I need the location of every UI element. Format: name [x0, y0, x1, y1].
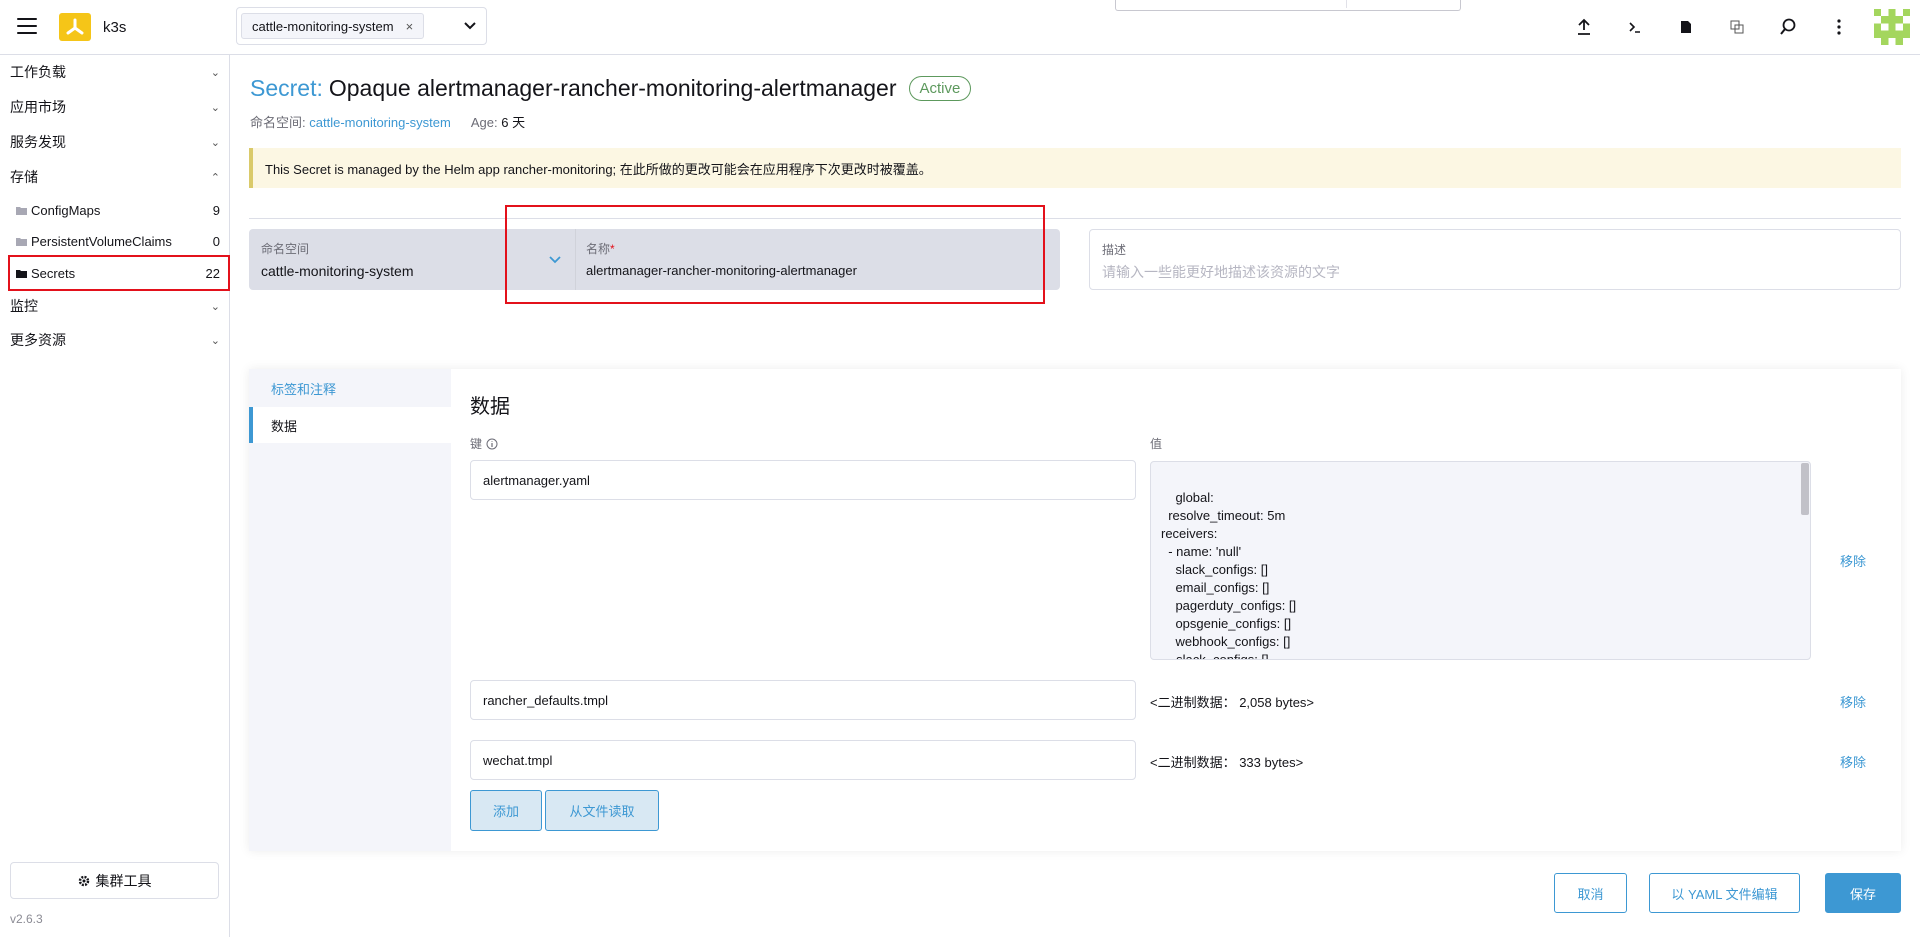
namespace-select[interactable]: 命名空间 cattle-monitoring-system: [249, 229, 575, 290]
folder-icon: [16, 269, 27, 278]
data-panel-title: 数据: [470, 396, 510, 418]
chevron-down-icon: ⌄: [210, 136, 220, 149]
namespace-meta-label: 命名空间:: [250, 115, 306, 130]
data-key-input[interactable]: [470, 460, 1136, 500]
cancel-button[interactable]: 取消: [1554, 873, 1627, 913]
cluster-tools-button[interactable]: 集群工具: [10, 862, 219, 899]
data-value-text: global: resolve_timeout: 5m receivers: -…: [1161, 490, 1297, 660]
key-header-label: 键: [470, 437, 483, 451]
tab-labels-annotations[interactable]: 标签和注释: [249, 370, 451, 406]
chip-remove-icon[interactable]: ×: [406, 19, 414, 34]
tab-data[interactable]: 数据: [249, 407, 451, 443]
data-value-textarea[interactable]: global: resolve_timeout: 5m receivers: -…: [1150, 461, 1811, 660]
chevron-down-icon: ⌄: [210, 66, 220, 79]
upload-icon[interactable]: [1573, 16, 1595, 38]
dropdown-edge: [1115, 0, 1461, 11]
gear-icon: [78, 875, 89, 886]
cluster-tools-label: 集群工具: [95, 872, 152, 889]
nav-group-label: 服务发现: [10, 134, 66, 150]
more-icon[interactable]: [1828, 16, 1850, 38]
nav-group-monitoring[interactable]: 监控 ⌄: [10, 293, 222, 319]
nav-group-apps[interactable]: 应用市场 ⌄: [10, 94, 222, 120]
namespace-filter[interactable]: cattle-monitoring-system ×: [236, 7, 487, 45]
version-label: v2.6.3: [10, 912, 43, 926]
sidebar-item-label: Secrets: [31, 265, 76, 281]
data-key-input[interactable]: [470, 740, 1136, 780]
namespace-chip-label: cattle-monitoring-system: [252, 18, 394, 34]
namespace-meta-link[interactable]: cattle-monitoring-system: [309, 115, 451, 130]
chevron-down-icon: ⌄: [210, 334, 220, 347]
binary-data-value: <二进制数据： 333 bytes>: [1150, 755, 1304, 770]
remove-button[interactable]: 移除: [1840, 692, 1866, 711]
required-marker: *: [610, 242, 615, 256]
age-meta-value: 6 天: [501, 115, 526, 130]
scrollbar[interactable]: [1801, 463, 1809, 515]
nav-group-label: 更多资源: [10, 332, 66, 348]
sidebar-item-count: 22: [205, 265, 220, 281]
chevron-up-icon: ⌃: [210, 171, 220, 184]
search-icon[interactable]: [1777, 16, 1799, 38]
remove-button[interactable]: 移除: [1840, 752, 1866, 771]
age-meta-label: Age:: [470, 115, 498, 130]
nav-group-label: 工作负载: [10, 64, 66, 80]
namespace-field-value: cattle-monitoring-system: [261, 263, 414, 279]
name-field[interactable]: 名称* alertmanager-rancher-monitoring-aler…: [575, 229, 1060, 290]
sidebar-item-count: 9: [212, 202, 220, 218]
value-column-header: 值: [1150, 437, 1163, 451]
tabs-card: 标签和注释 数据 数据 键 值 global: resolve_timeout:…: [249, 369, 1901, 851]
resource-type-link[interactable]: Secret:: [250, 75, 323, 102]
description-field[interactable]: 描述: [1089, 229, 1901, 290]
chevron-down-icon: ⌄: [210, 101, 220, 114]
sidebar-item-configmaps[interactable]: ConfigMaps 9: [10, 196, 228, 224]
sidebar-item-label: ConfigMaps: [31, 202, 101, 218]
avatar[interactable]: [1874, 9, 1910, 45]
sidebar-item-count: 0: [212, 233, 220, 249]
menu-icon[interactable]: [17, 18, 37, 34]
add-button[interactable]: 添加: [470, 790, 542, 831]
sidebar: 工作负载 ⌄ 应用市场 ⌄ 服务发现 ⌄ 存储 ⌃ ConfigMaps 9 P…: [0, 55, 230, 937]
resource-name: Opaque alertmanager-rancher-monitoring-a…: [328, 75, 897, 101]
name-field-label: 名称: [586, 242, 611, 256]
terminal-icon[interactable]: [1624, 16, 1646, 38]
description-field-label: 描述: [1102, 243, 1127, 257]
read-from-file-button[interactable]: 从文件读取: [545, 790, 659, 831]
edit-yaml-button[interactable]: 以 YAML 文件编辑: [1649, 873, 1800, 913]
chevron-down-icon: ⌄: [210, 300, 220, 313]
file-icon[interactable]: [1675, 16, 1697, 38]
namespace-chip: cattle-monitoring-system ×: [241, 13, 425, 39]
top-header: k3s cattle-monitoring-system ×: [0, 0, 1920, 55]
folder-icon: [16, 206, 27, 215]
data-key-input[interactable]: [470, 680, 1136, 720]
nav-group-service-discovery[interactable]: 服务发现 ⌄: [10, 129, 222, 155]
info-icon[interactable]: [486, 438, 498, 450]
binary-data-value: <二进制数据： 2,058 bytes>: [1150, 695, 1315, 710]
sidebar-item-label: PersistentVolumeClaims: [31, 233, 172, 249]
key-column-header: 键: [470, 435, 498, 452]
rancher-logo-icon[interactable]: [59, 13, 91, 41]
nav-group-label: 存储: [10, 169, 38, 185]
nav-group-workload[interactable]: 工作负载 ⌄: [10, 59, 222, 85]
resource-meta: 命名空间: cattle-monitoring-system Age: 6 天: [250, 112, 525, 131]
divider: [249, 218, 1901, 219]
cluster-name[interactable]: k3s: [103, 19, 126, 36]
name-field-value: alertmanager-rancher-monitoring-alertman…: [586, 263, 857, 278]
sidebar-item-pvcs[interactable]: PersistentVolumeClaims 0: [10, 227, 228, 255]
folder-icon: [16, 237, 27, 246]
sidebar-item-secrets[interactable]: Secrets 22: [8, 255, 230, 291]
nav-group-label: 应用市场: [10, 99, 66, 115]
description-input[interactable]: [1102, 264, 1888, 280]
copy-icon[interactable]: [1726, 16, 1748, 38]
nav-group-more-resources[interactable]: 更多资源 ⌄: [10, 327, 222, 353]
chevron-down-icon[interactable]: [547, 251, 563, 270]
helm-managed-banner: This Secret is managed by the Helm app r…: [249, 148, 1901, 188]
status-badge: Active: [908, 76, 972, 101]
page-title: Secret: Opaque alertmanager-rancher-moni…: [250, 75, 972, 102]
nav-group-label: 监控: [10, 298, 38, 314]
tabs-sidebar: 标签和注释 数据: [249, 369, 451, 851]
save-button[interactable]: 保存: [1825, 873, 1901, 913]
remove-button[interactable]: 移除: [1840, 551, 1866, 570]
namespace-field-label: 命名空间: [261, 242, 310, 256]
chevron-down-icon[interactable]: [462, 17, 478, 36]
nav-group-storage[interactable]: 存储 ⌃: [10, 164, 222, 190]
